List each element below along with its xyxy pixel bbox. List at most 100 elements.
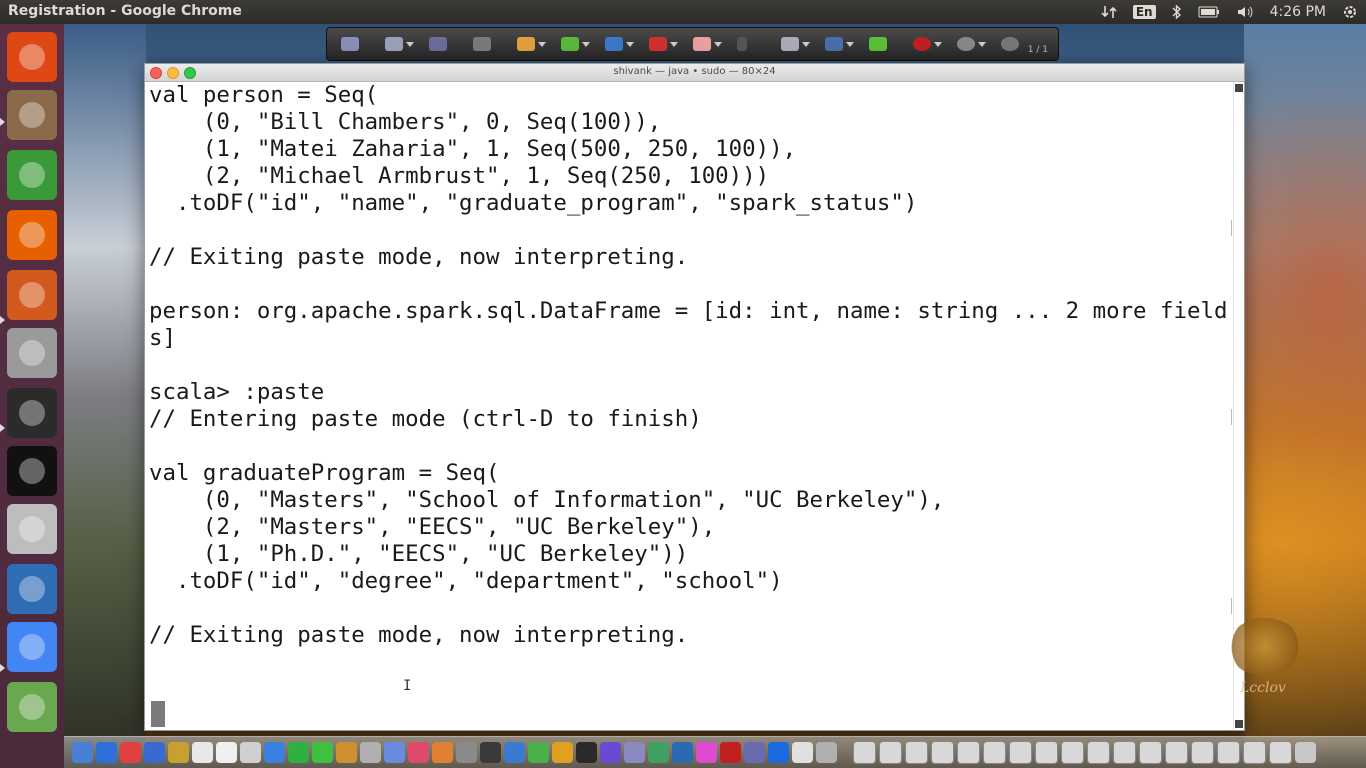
launcher-item[interactable] <box>7 210 57 260</box>
launcher-item[interactable] <box>7 446 57 496</box>
trash-icon[interactable] <box>1295 742 1316 763</box>
dock-minimized-window[interactable] <box>1061 741 1084 764</box>
dock-app-icon[interactable] <box>528 742 549 763</box>
dock-app-icon[interactable] <box>264 742 285 763</box>
terminal-line: s] <box>149 325 176 351</box>
eraser-brush-tool[interactable] <box>693 33 727 55</box>
dock-minimized-window[interactable] <box>1269 741 1292 764</box>
dock-app-icon[interactable] <box>792 742 813 763</box>
scroll-down-arrow[interactable] <box>1235 720 1243 728</box>
webcam-tool[interactable] <box>957 33 991 55</box>
dock-app-icon[interactable] <box>816 742 837 763</box>
dock-app-icon[interactable] <box>120 742 141 763</box>
dock-app-icon[interactable] <box>192 742 213 763</box>
dock-app-icon[interactable] <box>624 742 645 763</box>
dock-minimized-window[interactable] <box>957 741 980 764</box>
dock-app-icon[interactable] <box>504 742 525 763</box>
dock-minimized-window[interactable] <box>931 741 954 764</box>
dock-minimized-window[interactable] <box>1009 741 1032 764</box>
launcher-item[interactable] <box>7 328 57 378</box>
save-tool[interactable] <box>385 33 419 55</box>
dock-app-icon[interactable] <box>168 742 189 763</box>
bluetooth-icon[interactable] <box>1172 4 1182 20</box>
launcher-item[interactable] <box>7 32 57 82</box>
dock-app-icon[interactable] <box>672 742 693 763</box>
launcher-item[interactable] <box>7 682 57 732</box>
dock-app-icon[interactable] <box>552 742 573 763</box>
screen-capture-icon <box>781 37 799 51</box>
dock-app-icon[interactable] <box>144 742 165 763</box>
volume-icon[interactable] <box>1236 4 1254 20</box>
dock-minimized-window[interactable] <box>905 741 928 764</box>
dock-app-icon[interactable] <box>696 742 717 763</box>
scroll-up-arrow[interactable] <box>1235 84 1243 92</box>
dock-app-icon[interactable] <box>96 742 117 763</box>
eraser-tool[interactable] <box>429 33 463 55</box>
dock-app-icon[interactable] <box>768 742 789 763</box>
dock-minimized-window[interactable] <box>1087 741 1110 764</box>
dock-app-icon[interactable] <box>240 742 261 763</box>
launcher-item[interactable] <box>7 90 57 140</box>
dock-app-icon[interactable] <box>648 742 669 763</box>
dock-minimized-window[interactable] <box>1165 741 1188 764</box>
dock-app-icon[interactable] <box>600 742 621 763</box>
dock-minimized-window[interactable] <box>1191 741 1214 764</box>
save-icon <box>385 37 403 51</box>
dock-app-icon[interactable] <box>456 742 477 763</box>
pointer-star-tool[interactable] <box>341 33 375 55</box>
terminal-line: // Exiting paste mode, now interpreting. <box>149 622 689 648</box>
dock-app-icon[interactable] <box>288 742 309 763</box>
keyboard-layout-indicator[interactable]: En <box>1132 5 1156 19</box>
session-gear-icon[interactable] <box>1342 4 1358 20</box>
dock-app-icon[interactable] <box>408 742 429 763</box>
launcher-item[interactable] <box>7 622 57 672</box>
dock-app-icon[interactable] <box>216 742 237 763</box>
launcher-item[interactable] <box>7 270 57 320</box>
launcher-item[interactable] <box>7 504 57 554</box>
dock-app-icon[interactable] <box>576 742 597 763</box>
dock-minimized-window[interactable] <box>1243 741 1266 764</box>
dock-minimized-window[interactable] <box>983 741 1006 764</box>
terminal-line: val graduateProgram = Seq( <box>149 460 500 486</box>
dock-app-icon[interactable] <box>384 742 405 763</box>
launcher-item[interactable] <box>7 564 57 614</box>
text-tool[interactable] <box>605 33 639 55</box>
dock-app-icon[interactable] <box>72 742 93 763</box>
cursor-tool[interactable] <box>737 33 771 55</box>
clear-tool[interactable] <box>473 33 507 55</box>
launcher-item[interactable] <box>7 388 57 438</box>
terminal-line: scala> :paste <box>149 379 325 405</box>
dock-app-icon[interactable] <box>336 742 357 763</box>
webcam-icon <box>957 37 975 51</box>
battery-icon[interactable] <box>1198 6 1220 18</box>
fill-color-tool[interactable] <box>869 33 903 55</box>
shapes-tool[interactable] <box>649 33 683 55</box>
line-tool[interactable] <box>825 33 859 55</box>
dock-minimized-window[interactable] <box>1113 741 1136 764</box>
pen-tool[interactable] <box>517 33 551 55</box>
dock-app-icon[interactable] <box>360 742 381 763</box>
network-transfer-icon[interactable] <box>1101 4 1117 20</box>
image-viewer-icon <box>19 694 45 720</box>
record-tool[interactable] <box>913 33 947 55</box>
dock-minimized-window[interactable] <box>1035 741 1058 764</box>
terminal-titlebar[interactable]: shivank — java • sudo — 80×24 <box>145 64 1244 82</box>
dock-app-icon[interactable] <box>480 742 501 763</box>
dock-minimized-window[interactable] <box>879 741 902 764</box>
gear-icon <box>1001 37 1019 51</box>
screenshot-tool[interactable] <box>781 33 815 55</box>
dock-minimized-window[interactable] <box>1217 741 1240 764</box>
star-icon <box>341 37 359 51</box>
dock-minimized-window[interactable] <box>1139 741 1162 764</box>
launcher-item[interactable] <box>7 150 57 200</box>
dock-app-icon[interactable] <box>720 742 741 763</box>
dock-minimized-window[interactable] <box>853 741 876 764</box>
dock-app-icon[interactable] <box>312 742 333 763</box>
margin-marker <box>1231 598 1232 614</box>
dock-app-icon[interactable] <box>744 742 765 763</box>
dock-app-icon[interactable] <box>432 742 453 763</box>
terminal-output[interactable]: I val person = Seq( (0, "Bill Chambers",… <box>149 82 1232 730</box>
highlighter-tool[interactable] <box>561 33 595 55</box>
clock[interactable]: 4:26 PM <box>1270 4 1326 20</box>
terminal-window[interactable]: shivank — java • sudo — 80×24 I val pers… <box>144 63 1245 731</box>
